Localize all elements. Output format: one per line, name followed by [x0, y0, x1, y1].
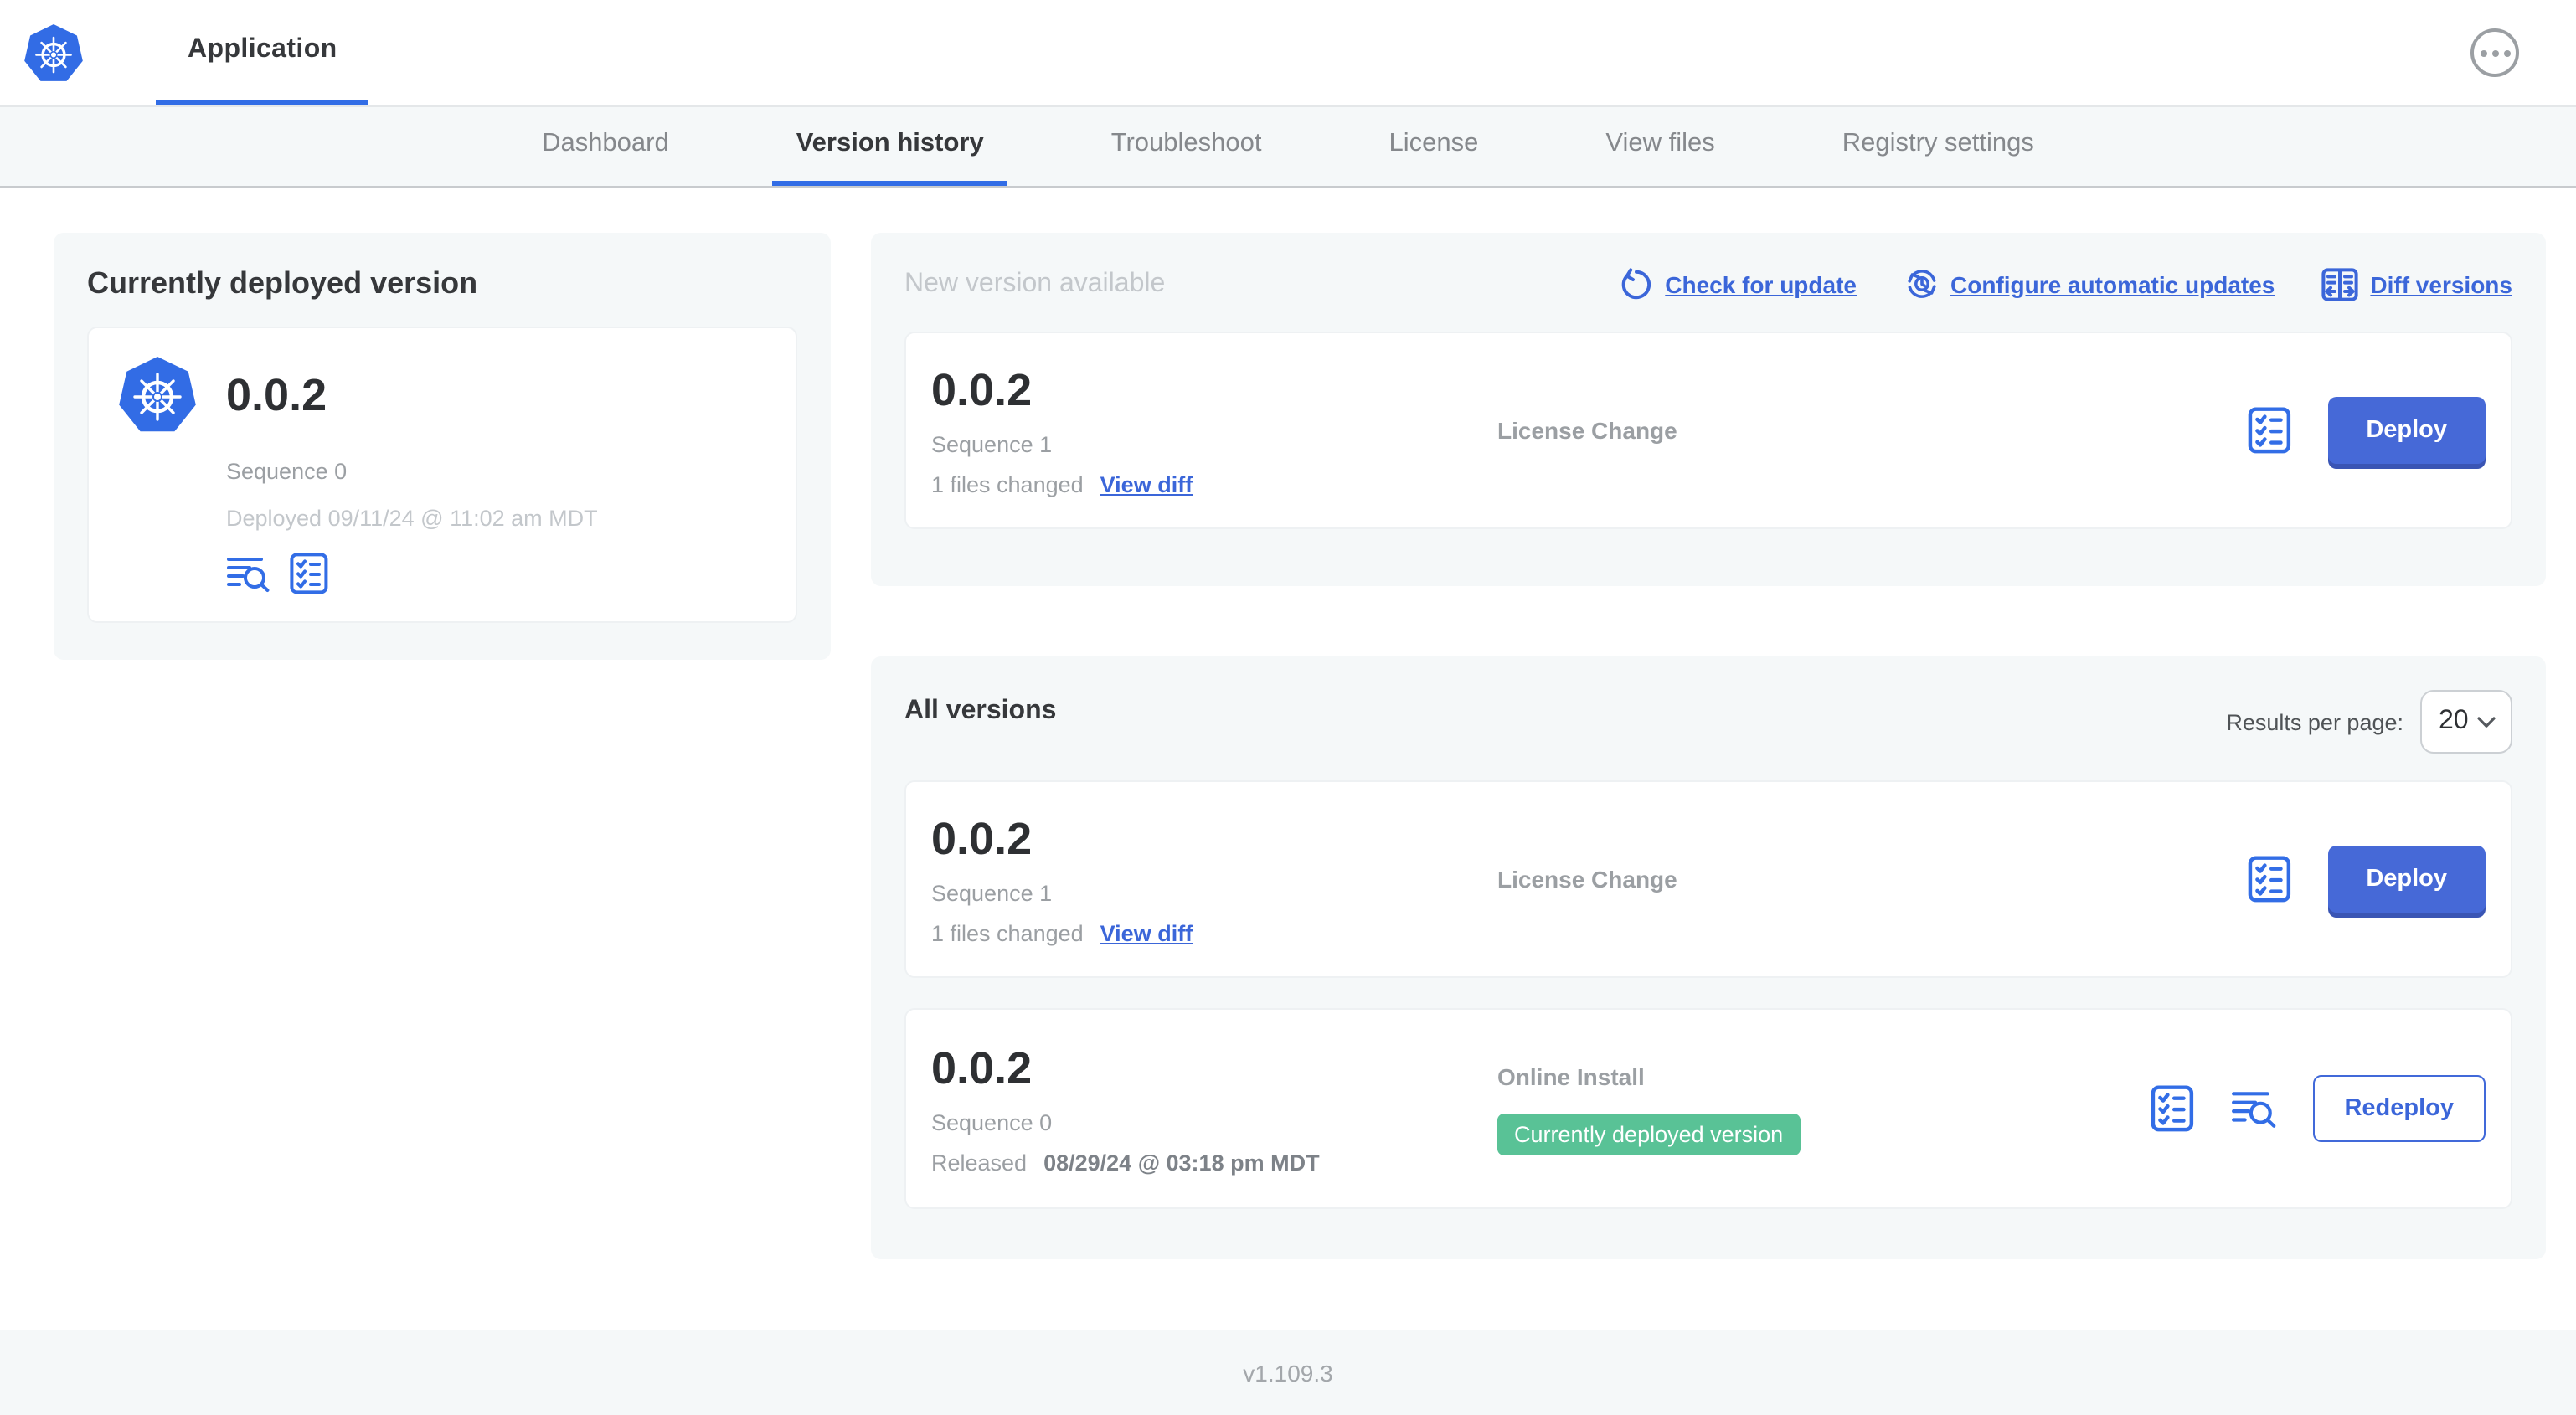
- app-subnav: Dashboard Version history Troubleshoot L…: [0, 107, 2576, 188]
- top-header: Application: [0, 0, 2576, 107]
- view-diff-link[interactable]: View diff: [1100, 920, 1193, 945]
- current-version-deployed-timestamp: Deployed 09/11/24 @ 11:02 am MDT: [226, 506, 598, 531]
- kubernetes-logo-icon: [24, 23, 83, 80]
- subnav-tab-version-history[interactable]: Version history: [772, 107, 1007, 186]
- version-sequence: Sequence 1: [931, 431, 1053, 456]
- currently-deployed-card: Currently deployed version 0.0.2 Sequenc…: [54, 233, 831, 660]
- preflight-checklist-icon: [2151, 1085, 2193, 1132]
- version-sequence: Sequence 0: [931, 1109, 1053, 1135]
- currently-deployed-inner-card: 0.0.2 Sequence 0 Deployed 09/11/24 @ 11:…: [87, 327, 797, 623]
- preflight-checklist-icon: [2248, 407, 2290, 454]
- results-per-page-select[interactable]: 20: [2420, 690, 2512, 754]
- preflight-checklist-button[interactable]: [2150, 1085, 2193, 1132]
- view-logs-button[interactable]: [2230, 1088, 2275, 1129]
- kubernetes-app-icon: [119, 357, 196, 432]
- version-source: Online Install: [1497, 1063, 1645, 1089]
- new-version-title: New version available: [904, 269, 1166, 297]
- ellipsis-icon: [2480, 49, 2486, 56]
- currently-deployed-title: Currently deployed version: [87, 266, 478, 300]
- current-version-sequence: Sequence 0: [226, 459, 348, 484]
- version-number: 0.0.2: [931, 1042, 1033, 1093]
- deploy-button[interactable]: Deploy: [2327, 397, 2486, 464]
- configure-automatic-updates-link[interactable]: Configure automatic updates: [1904, 266, 2275, 301]
- app-window: Application Dashboard Version history Tr…: [0, 0, 2576, 1415]
- diff-versions-link[interactable]: Diff versions: [2321, 267, 2512, 301]
- results-per-page-value: 20: [2439, 707, 2469, 735]
- released-timestamp: 08/29/24 @ 03:18 pm MDT: [1043, 1150, 1320, 1175]
- diff-icon: [2321, 267, 2358, 301]
- view-logs-icon: [2231, 1092, 2275, 1128]
- tab-application[interactable]: Application: [156, 0, 369, 105]
- version-source: License Change: [1497, 866, 1677, 893]
- view-diff-link[interactable]: View diff: [1100, 471, 1193, 497]
- subnav-tab-view-files[interactable]: View files: [1582, 107, 1738, 186]
- results-per-page-label: Results per page:: [2226, 709, 2403, 734]
- view-logs-icon[interactable]: [226, 554, 270, 593]
- version-sequence: Sequence 1: [931, 880, 1053, 905]
- app-title: Application: [188, 35, 337, 64]
- version-row: 0.0.2 Sequence 1 1 files changed View di…: [904, 780, 2512, 978]
- version-row: 0.0.2 Sequence 0 Released 08/29/24 @ 03:…: [904, 1008, 2512, 1209]
- redeploy-button[interactable]: Redeploy: [2312, 1075, 2486, 1142]
- version-source: License Change: [1497, 417, 1677, 444]
- version-actions: Check for update Configure automatic upd…: [1620, 266, 2512, 301]
- versions-column: New version available Check for update C…: [871, 233, 2546, 1259]
- released-label: Released: [931, 1150, 1028, 1175]
- files-changed-text: 1 files changed: [931, 920, 1084, 945]
- check-for-update-link[interactable]: Check for update: [1620, 267, 1857, 301]
- subnav-tab-license[interactable]: License: [1366, 107, 1502, 186]
- chevron-down-icon: [2477, 716, 2496, 727]
- version-number: 0.0.2: [931, 813, 1033, 863]
- app-logo: [22, 0, 85, 105]
- subnav-tab-troubleshoot[interactable]: Troubleshoot: [1088, 107, 1285, 186]
- all-versions-title: All versions: [904, 697, 1057, 725]
- version-number: 0.0.2: [931, 364, 1033, 414]
- currently-deployed-badge: Currently deployed version: [1497, 1113, 1801, 1155]
- preflight-checklist-icon[interactable]: [290, 553, 328, 594]
- new-version-row: 0.0.2 Sequence 1 1 files changed View di…: [904, 332, 2512, 529]
- console-version: v1.109.3: [1243, 1359, 1333, 1386]
- auto-update-clock-icon: [1907, 270, 1935, 298]
- app-footer: v1.109.3: [0, 1330, 2576, 1415]
- preflight-checklist-icon: [2248, 856, 2290, 903]
- all-versions-section: All versions Results per page: 20 0.0.2 …: [871, 656, 2546, 1259]
- preflight-checklist-button[interactable]: [2247, 856, 2290, 903]
- new-version-section: New version available Check for update C…: [871, 233, 2546, 586]
- results-per-page: Results per page: 20: [2226, 690, 2512, 754]
- deploy-button[interactable]: Deploy: [2327, 846, 2486, 913]
- files-changed-text: 1 files changed: [931, 471, 1084, 497]
- main-content: Currently deployed version 0.0.2 Sequenc…: [0, 188, 2576, 1259]
- current-version-actions: [226, 553, 769, 594]
- current-version-number: 0.0.2: [226, 369, 327, 419]
- subnav-tab-dashboard[interactable]: Dashboard: [518, 107, 693, 186]
- preflight-checklist-button[interactable]: [2247, 407, 2290, 454]
- subnav-tab-registry-settings[interactable]: Registry settings: [1819, 107, 2058, 186]
- refresh-icon: [1622, 267, 1651, 299]
- more-menu-button[interactable]: [2470, 28, 2519, 77]
